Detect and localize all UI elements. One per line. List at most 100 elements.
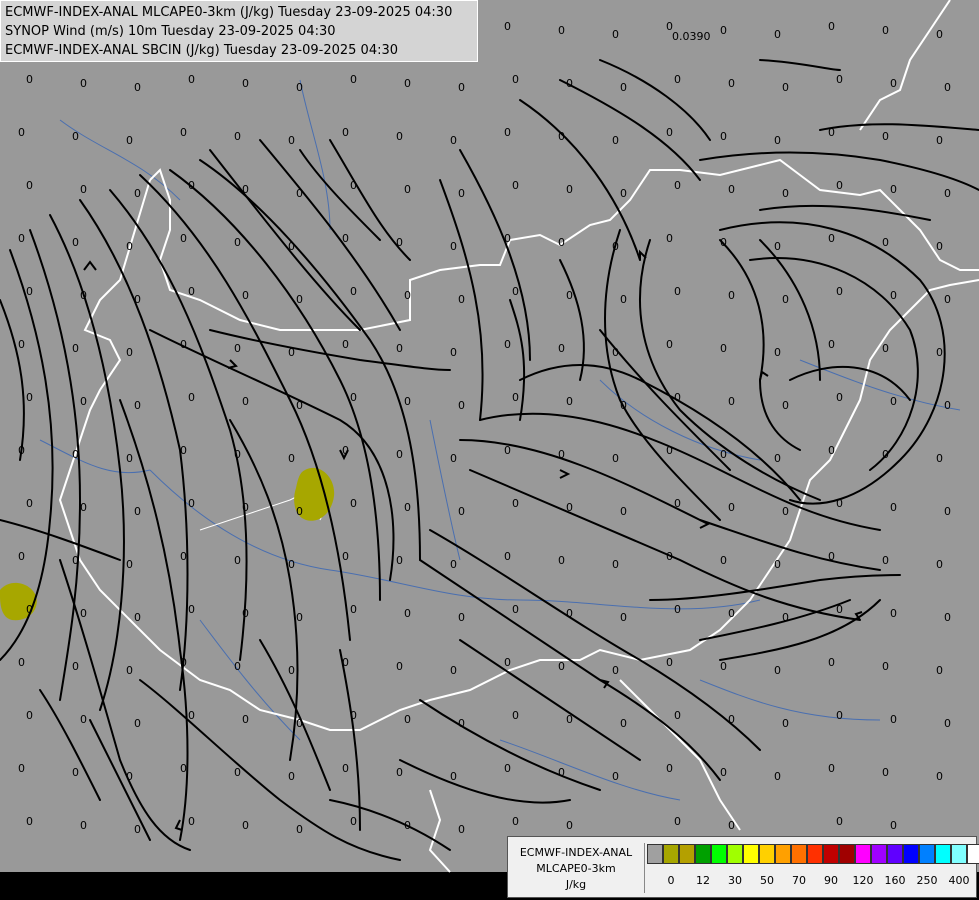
cin-value: 0: [612, 346, 619, 359]
cin-value: 0: [728, 183, 735, 196]
cin-value: 0: [774, 452, 781, 465]
cin-value: 0: [828, 762, 835, 775]
cin-value: 0: [126, 240, 133, 253]
cin-value: 0: [72, 236, 79, 249]
cin-value: 0: [296, 187, 303, 200]
cin-value: 0: [828, 20, 835, 33]
cin-value: 0: [404, 713, 411, 726]
cin-value: 0: [450, 664, 457, 677]
cin-value: 0: [242, 501, 249, 514]
cin-value: 0: [720, 342, 727, 355]
cin-value: 0: [396, 342, 403, 355]
cin-value: 0: [188, 709, 195, 722]
legend-swatch: [871, 844, 887, 864]
legend-tick-label: 50: [760, 874, 774, 887]
cin-value: 0: [80, 77, 87, 90]
cin-value: 0: [450, 134, 457, 147]
cin-value: 0: [674, 391, 681, 404]
cin-value: 0: [944, 717, 951, 730]
cin-value: 0: [296, 717, 303, 730]
cin-value: 0: [242, 183, 249, 196]
cin-value: 0: [72, 448, 79, 461]
cin-value: 0: [18, 656, 25, 669]
legend-swatch: [727, 844, 743, 864]
cin-value: 0: [234, 130, 241, 143]
cin-value: 0: [180, 444, 187, 457]
cin-value: 0: [396, 448, 403, 461]
cin-value: 0: [558, 236, 565, 249]
cin-value: 0: [450, 452, 457, 465]
cin-value: 0: [558, 766, 565, 779]
legend-swatch: [903, 844, 919, 864]
cin-value: 0: [404, 77, 411, 90]
cin-value: 0: [936, 664, 943, 677]
cin-value: 0: [288, 558, 295, 571]
cin-value: 0: [836, 285, 843, 298]
legend-swatch: [919, 844, 935, 864]
cin-value: 0: [936, 28, 943, 41]
cin-value: 0: [720, 554, 727, 567]
cin-value: 0: [350, 497, 357, 510]
cin-value: 0: [774, 346, 781, 359]
cin-value: 0: [342, 444, 349, 457]
cin-value: 0: [180, 550, 187, 563]
cin-value: 0: [342, 656, 349, 669]
cin-value: 0: [26, 73, 33, 86]
legend-swatch: [807, 844, 823, 864]
cin-value: 0: [504, 338, 511, 351]
cin-value: 0: [674, 815, 681, 828]
cin-value: 0: [80, 819, 87, 832]
cin-value: 0: [728, 501, 735, 514]
legend-divider: [644, 843, 645, 893]
cin-value: 0: [774, 664, 781, 677]
cin-value: 0: [782, 187, 789, 200]
cin-value: 0: [774, 240, 781, 253]
cin-value: 0: [72, 554, 79, 567]
cin-value: 0: [720, 448, 727, 461]
cin-value: 0: [890, 501, 897, 514]
cin-value: 0: [296, 81, 303, 94]
cin-value: 0: [512, 709, 519, 722]
cin-value: 0: [720, 236, 727, 249]
cin-value: 0: [728, 713, 735, 726]
cin-value: 0: [188, 73, 195, 86]
cin-value: 0: [566, 77, 573, 90]
cin-value: 0: [666, 550, 673, 563]
cin-value: 0: [612, 452, 619, 465]
cin-value: 0: [944, 611, 951, 624]
cin-value: 0: [728, 395, 735, 408]
cin-value: 0: [350, 285, 357, 298]
cin-value: 0: [126, 452, 133, 465]
cin-value: 0: [242, 713, 249, 726]
cin-value: 0: [134, 187, 141, 200]
cin-value: 0: [558, 660, 565, 673]
cin-value: 0: [566, 395, 573, 408]
cin-value: 0: [782, 81, 789, 94]
legend-swatch: [663, 844, 679, 864]
cin-value: 0: [450, 770, 457, 783]
cin-value: 0: [882, 448, 889, 461]
cin-value: 0: [944, 293, 951, 306]
cin-value: 0: [296, 823, 303, 836]
cin-value: 0: [512, 179, 519, 192]
cin-value: 0: [342, 550, 349, 563]
colorbar-legend: ECMWF-INDEX-ANAL MLCAPE0-3km J/kg 0 12 30 5…: [507, 836, 979, 898]
cin-value: 0: [944, 505, 951, 518]
cin-value: 0: [242, 77, 249, 90]
cin-value: 0: [396, 130, 403, 143]
cin-value: 0: [890, 819, 897, 832]
legend-tick-label: 90: [824, 874, 838, 887]
weather-map: 0 0 0 0 0 0 0 0 0 0 0 0 0 0 0 0 0 0 0 0 0 0 0 0 0 0 0 0 0 0 0 0 0 0 0 0 0 0 0 0…: [0, 0, 979, 900]
cin-value: 0: [18, 444, 25, 457]
legend-tick-label: 160: [884, 874, 906, 887]
cin-value: 0: [188, 603, 195, 616]
legend-swatch: [679, 844, 695, 864]
cin-value: 0: [134, 81, 141, 94]
cin-value: 0: [836, 709, 843, 722]
legend-swatch: [695, 844, 711, 864]
cin-value: 0: [396, 766, 403, 779]
cin-value: 0: [80, 713, 87, 726]
cin-value: 0: [404, 395, 411, 408]
cin-value: 0: [612, 664, 619, 677]
legend-tick-label: 0: [667, 874, 675, 887]
